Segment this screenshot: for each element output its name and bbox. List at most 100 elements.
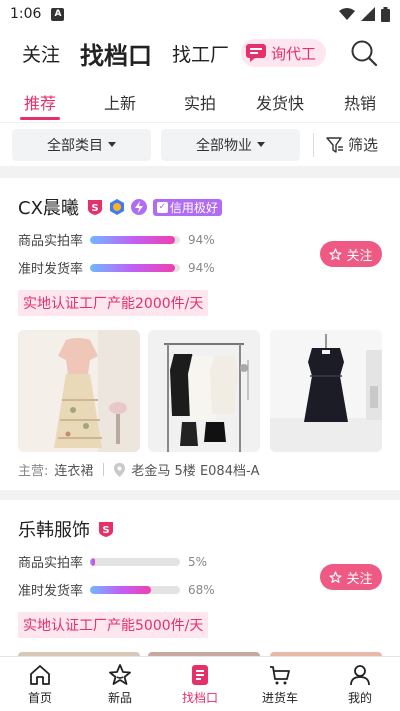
svg-text:S: S (91, 203, 98, 214)
status-icons (339, 6, 390, 22)
caret-down-icon (257, 142, 265, 147)
nav-profile-label: 我的 (347, 690, 372, 705)
bottom-nav: 首页 新品 找档口 进货车 我的 (0, 656, 400, 711)
filter-bar: 全部类目 全部物业 筛选 (0, 122, 400, 166)
follow-label: 关注 (346, 248, 373, 264)
nav-new[interactable]: 新品 (80, 657, 160, 711)
metric-value: 68% (188, 582, 215, 597)
category-select[interactable]: 全部类目 (12, 128, 151, 161)
metric-bar (90, 235, 180, 244)
follow-button[interactable]: 关注 (320, 564, 382, 590)
subtab-new[interactable]: 上新 (80, 78, 160, 122)
shield-s-icon: S (87, 199, 102, 215)
wifi-icon (339, 7, 355, 20)
capacity-tag: 实地认证工厂产能2000件/天 (18, 290, 209, 316)
subtab-real-shot[interactable]: 实拍 (160, 78, 240, 122)
property-select[interactable]: 全部物业 (161, 128, 300, 161)
notification-icon: A (51, 7, 65, 21)
shop-name: CX晨曦 (18, 198, 79, 219)
metric-row: 商品实拍率 94% (18, 230, 215, 250)
shield-s-icon: S (99, 521, 113, 537)
inquiry-label: 询代工 (271, 44, 317, 63)
home-icon (30, 664, 50, 685)
shop-title-row: CX晨曦 S ✓ 信用极好 (18, 194, 222, 220)
nav-home[interactable]: 首页 (0, 657, 80, 711)
svg-text:S: S (102, 525, 109, 536)
battery-icon (381, 6, 390, 22)
location-pin-icon (114, 462, 126, 477)
tab-find-stall[interactable]: 找档口 (80, 36, 152, 71)
dress-photo-3 (270, 330, 382, 452)
nav-home-label: 首页 (27, 690, 52, 705)
sub-tabs: 推荐 上新 实拍 发货快 热销 (0, 78, 400, 122)
search-icon[interactable] (350, 39, 378, 67)
top-nav: 关注 找档口 找工厂 询代工 (0, 28, 400, 78)
status-time: 1:06 (10, 6, 42, 22)
inquiry-button[interactable]: 询代工 (241, 39, 327, 67)
main-category-label: 主营: (18, 464, 49, 479)
follow-label: 关注 (346, 571, 373, 587)
user-icon (350, 664, 370, 685)
nav-cart-label: 进货车 (261, 690, 298, 705)
product-photo[interactable] (270, 330, 382, 452)
nav-new-label: 新品 (107, 690, 132, 705)
metric-row: 商品实拍率 5% (18, 552, 208, 572)
star-outline-icon (329, 570, 342, 583)
filter-button[interactable]: 筛选 (326, 134, 378, 155)
nav-profile[interactable]: 我的 (320, 657, 400, 711)
dress-photo-1 (18, 330, 140, 452)
credit-icon: ✓ (156, 201, 168, 213)
metric-fill (90, 585, 152, 594)
credit-label: 信用极好 (169, 200, 218, 215)
metric-label: 商品实拍率 (18, 556, 84, 571)
metric-fill (90, 235, 175, 244)
nav-cart[interactable]: 进货车 (240, 657, 320, 711)
metric-value: 94% (188, 260, 215, 275)
main-category-value: 连衣裙 (54, 464, 94, 479)
property-select-label: 全部物业 (196, 137, 252, 154)
credit-badge: ✓ 信用极好 (152, 198, 222, 216)
status-bar: 1:06 A (0, 0, 400, 28)
divider (313, 132, 314, 157)
metric-fill (90, 557, 95, 566)
tab-follow[interactable]: 关注 (22, 40, 60, 67)
nav-find-stall-label: 找档口 (181, 690, 218, 705)
dress-photo-2 (148, 330, 260, 452)
caret-down-icon (108, 142, 116, 147)
metric-label: 准时发货率 (18, 262, 84, 277)
capacity-tag: 实地认证工厂产能5000件/天 (18, 612, 209, 638)
subtab-hot[interactable]: 热销 (320, 78, 400, 122)
chat-icon (246, 44, 267, 62)
divider (103, 463, 105, 476)
product-photo[interactable] (148, 330, 260, 452)
metric-row: 准时发货率 68% (18, 580, 215, 600)
metric-row: 准时发货率 94% (18, 258, 215, 278)
subtab-recommend[interactable]: 推荐 (0, 78, 80, 122)
factory-badge-icon (109, 199, 124, 215)
category-select-label: 全部类目 (47, 137, 103, 154)
product-photo[interactable] (18, 330, 140, 452)
metric-label: 商品实拍率 (18, 234, 84, 249)
metric-value: 94% (188, 232, 215, 247)
signal-icon (361, 7, 375, 21)
cart-icon (270, 665, 290, 684)
metric-bar (90, 263, 180, 272)
filter-icon (326, 136, 343, 153)
metric-bar (90, 557, 180, 566)
metric-value: 5% (188, 554, 208, 569)
shop-name: 乐韩服饰 (18, 520, 90, 541)
metric-bar (90, 585, 180, 594)
star-outline-icon (329, 247, 342, 260)
nav-find-stall[interactable]: 找档口 (160, 657, 240, 711)
follow-button[interactable]: 关注 (320, 241, 382, 267)
metric-label: 准时发货率 (18, 584, 84, 599)
new-products-icon (109, 663, 131, 685)
filter-label: 筛选 (348, 136, 379, 154)
tab-find-factory[interactable]: 找工厂 (172, 40, 229, 67)
shop-info: 主营: 连衣裙 老金马 5楼 E084档-A (18, 460, 260, 479)
shop-title-row: 乐韩服饰 S (18, 516, 120, 542)
shop-card[interactable]: 乐韩服饰 S 商品实拍率 5% 准时发货率 68% 关注 实地认证工厂产能500… (0, 500, 400, 660)
shop-card[interactable]: CX晨曦 S ✓ 信用极好 商品实拍率 94% 准时发货率 94% 关注 实地认… (0, 178, 400, 490)
subtab-fast-ship[interactable]: 发货快 (240, 78, 320, 122)
metric-fill (90, 263, 175, 272)
